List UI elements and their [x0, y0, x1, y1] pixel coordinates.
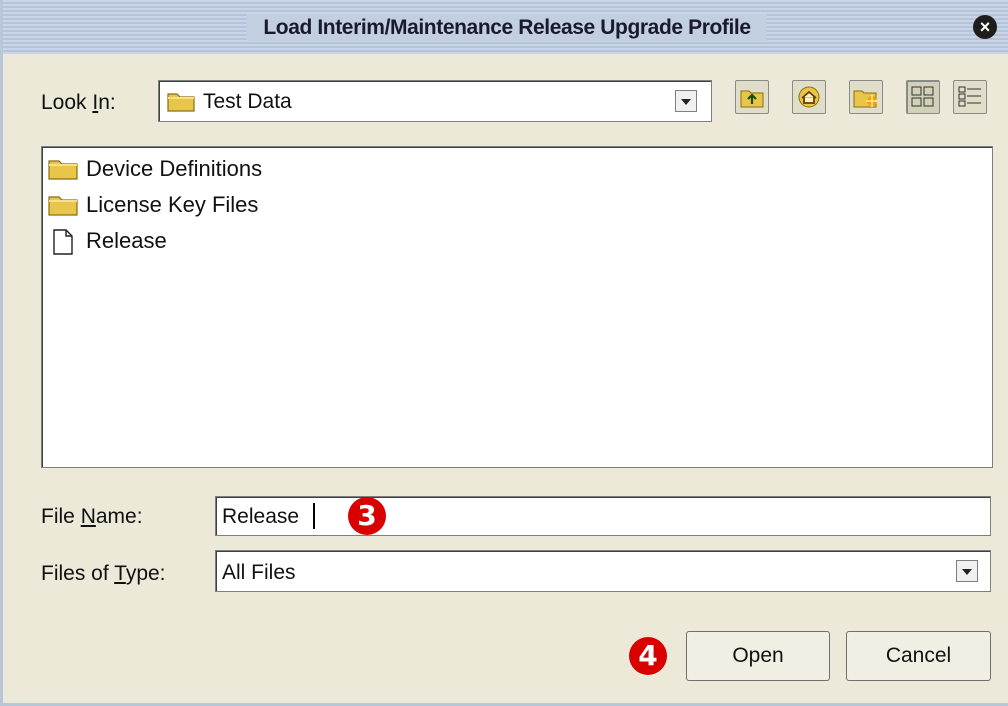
- list-view-button[interactable]: [906, 80, 940, 114]
- details-view-button[interactable]: [953, 80, 987, 114]
- list-item-label: License Key Files: [86, 192, 259, 217]
- look-in-dropdown-arrow[interactable]: [675, 90, 697, 112]
- list-item-label: Release: [86, 228, 167, 253]
- folder-icon: [48, 157, 78, 183]
- list-view-icon: [910, 85, 936, 114]
- home-button[interactable]: [792, 80, 826, 114]
- dialog-title: Load Interim/Maintenance Release Upgrade…: [3, 14, 1008, 41]
- up-one-level-icon: [739, 85, 765, 114]
- file-icon: [48, 229, 78, 255]
- step-marker-3: 3: [348, 497, 386, 535]
- files-of-type-value: All Files: [222, 561, 296, 584]
- cancel-button[interactable]: Cancel: [846, 631, 991, 681]
- file-name-input[interactable]: Release: [215, 496, 991, 536]
- text-caret: [313, 503, 315, 529]
- folder-icon: [167, 90, 195, 117]
- folder-icon: [48, 193, 78, 219]
- look-in-value: Test Data: [203, 90, 292, 113]
- new-folder-icon: [853, 85, 879, 114]
- close-button[interactable]: ×: [973, 15, 997, 39]
- file-name-label: File Name:: [41, 505, 143, 528]
- files-of-type-label: Files of Type:: [41, 562, 166, 585]
- list-item[interactable]: License Key Files: [48, 189, 648, 221]
- title-bar[interactable]: Load Interim/Maintenance Release Upgrade…: [3, 0, 1008, 54]
- look-in-label: Look In:: [41, 91, 116, 114]
- file-list[interactable]: Device Definitions License Key Files Rel…: [41, 146, 993, 468]
- list-item[interactable]: Release: [48, 225, 648, 257]
- open-file-dialog: Load Interim/Maintenance Release Upgrade…: [0, 0, 1008, 706]
- up-one-level-button[interactable]: [735, 80, 769, 114]
- file-name-value: Release: [222, 505, 300, 528]
- files-of-type-dropdown[interactable]: All Files: [215, 550, 991, 592]
- home-icon: [796, 85, 822, 114]
- details-view-icon: [957, 85, 983, 114]
- open-button[interactable]: Open: [686, 631, 830, 681]
- step-marker-4: 4: [629, 637, 667, 675]
- list-item-label: Device Definitions: [86, 156, 263, 181]
- look-in-dropdown[interactable]: Test Data: [158, 80, 712, 122]
- files-of-type-dropdown-arrow[interactable]: [956, 560, 978, 582]
- list-item[interactable]: Device Definitions: [48, 153, 648, 185]
- new-folder-button[interactable]: [849, 80, 883, 114]
